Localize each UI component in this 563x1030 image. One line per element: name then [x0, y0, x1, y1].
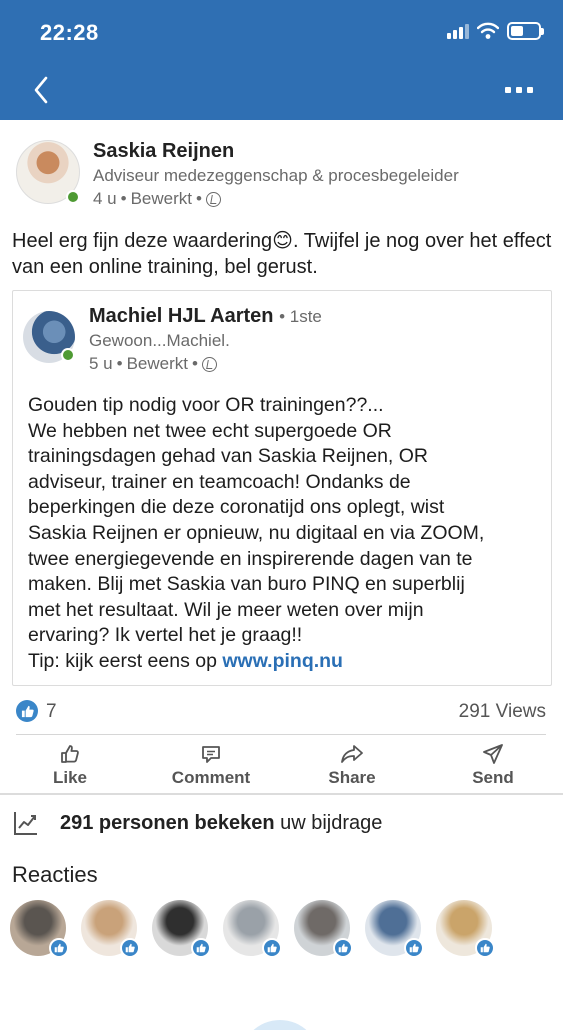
floating-button-edge[interactable]: [240, 1020, 320, 1030]
send-button[interactable]: Send: [438, 740, 548, 794]
thumbs-up-icon: [61, 745, 79, 763]
emoji: 😊: [272, 230, 294, 252]
body-line: beperkingen die deze coronatijd ons ople…: [28, 496, 445, 519]
connection-degree: • 1ste: [279, 307, 322, 326]
shared-post-time: 5 u: [89, 354, 113, 373]
reactor-avatar[interactable]: [10, 900, 69, 958]
like-badge-icon: [191, 938, 211, 958]
reactions-list: [10, 900, 560, 960]
author-name[interactable]: Saskia Reijnen: [93, 140, 234, 163]
like-badge-icon: [262, 938, 282, 958]
globe-icon: [205, 191, 221, 207]
share-button[interactable]: Share: [297, 740, 407, 794]
post-text: Heel erg fijn deze waardering😊. Twijfel …: [12, 230, 552, 278]
reactions-heading: Reacties: [12, 862, 98, 887]
shared-author-name[interactable]: Machiel HJL Aarten • 1ste: [89, 305, 322, 328]
like-badge-icon: [475, 938, 495, 958]
app-bar: 22:28: [0, 0, 563, 120]
website-link[interactable]: www.pinq.nu: [222, 650, 343, 672]
reactor-avatar[interactable]: [152, 900, 211, 958]
shared-post-body: Gouden tip nodig voor OR trainingen??...…: [28, 393, 548, 675]
body-line: maken. Blij met Saskia van buro PINQ en …: [28, 573, 465, 596]
social-stats: 7 291 Views: [16, 700, 546, 724]
shared-author-headline: Gewoon...Machiel.: [89, 331, 230, 350]
battery-icon: [507, 22, 544, 40]
like-reaction-icon[interactable]: [16, 700, 38, 722]
reactor-avatar[interactable]: [223, 900, 282, 958]
body-line: trainingsdagen gehad van Saskia Reijnen,…: [28, 445, 429, 468]
trending-chart-icon: [14, 812, 37, 835]
wifi-icon: [477, 22, 499, 39]
reactor-avatar[interactable]: [294, 900, 353, 958]
body-line: We hebben net twee echt supergoede OR: [28, 419, 392, 442]
body-line: ervaring? Ik vertel het je graag!!: [28, 624, 303, 647]
chevron-left-icon: [34, 76, 48, 104]
post-analytics[interactable]: 291 personen bekeken uw bijdrage: [12, 806, 552, 840]
like-badge-icon: [404, 938, 424, 958]
reactor-avatar[interactable]: [81, 900, 140, 958]
author-headline: Adviseur medezeggenschap & procesbegelei…: [93, 166, 459, 185]
meta-separator: •: [116, 354, 123, 373]
reactor-avatar[interactable]: [436, 900, 495, 958]
like-badge-icon: [333, 938, 353, 958]
comment-button[interactable]: Comment: [156, 740, 266, 794]
views-count[interactable]: 291 Views: [459, 701, 546, 723]
meta-separator: •: [192, 354, 198, 373]
body-line: met het resultaat. Wil je meer weten ove…: [28, 598, 424, 621]
reactor-avatar[interactable]: [365, 900, 424, 958]
body-line: Gouden tip nodig voor OR trainingen??...: [28, 394, 384, 416]
action-bar: Like Comment Share Send: [0, 740, 563, 794]
online-indicator: [66, 190, 80, 204]
post-header: Saskia Reijnen Adviseur medezeggenschap …: [16, 140, 546, 210]
status-time: 22:28: [40, 20, 99, 45]
likes-count[interactable]: 7: [46, 701, 57, 723]
signal-icon: [447, 23, 469, 39]
share-icon: [341, 745, 363, 763]
online-indicator: [61, 348, 75, 362]
body-line: Saskia Reijnen er opnieuw, nu digitaal e…: [28, 521, 485, 544]
like-badge-icon: [49, 938, 69, 958]
more-icon: [505, 87, 511, 93]
comment-icon: [202, 746, 220, 763]
status-icons: [447, 22, 544, 40]
post-meta: 4 u • Bewerkt •: [93, 189, 221, 209]
tip-line: Tip: kijk eerst eens op www.pinq.nu: [28, 649, 343, 672]
analytics-text: 291 personen bekeken uw bijdrage: [60, 811, 383, 834]
back-button[interactable]: [28, 70, 58, 110]
body-line: adviseur, trainer en teamcoach! Ondanks …: [28, 470, 411, 493]
meta-separator: •: [120, 189, 127, 208]
more-options-button[interactable]: [501, 78, 537, 102]
meta-separator: •: [196, 189, 202, 208]
section-divider: [0, 793, 563, 795]
like-button[interactable]: Like: [15, 740, 125, 794]
divider: [16, 734, 546, 735]
shared-post-meta: 5 u • Bewerkt •: [89, 354, 217, 374]
edited-label: Bewerkt: [126, 354, 189, 373]
send-icon: [483, 744, 503, 764]
globe-icon: [201, 356, 217, 372]
shared-post-card[interactable]: Machiel HJL Aarten • 1ste Gewoon...Machi…: [12, 290, 552, 686]
body-line: twee energiegevende en inspirerende dage…: [28, 547, 473, 570]
like-badge-icon: [120, 938, 140, 958]
post-time: 4 u: [93, 189, 117, 208]
edited-label: Bewerkt: [130, 189, 193, 208]
